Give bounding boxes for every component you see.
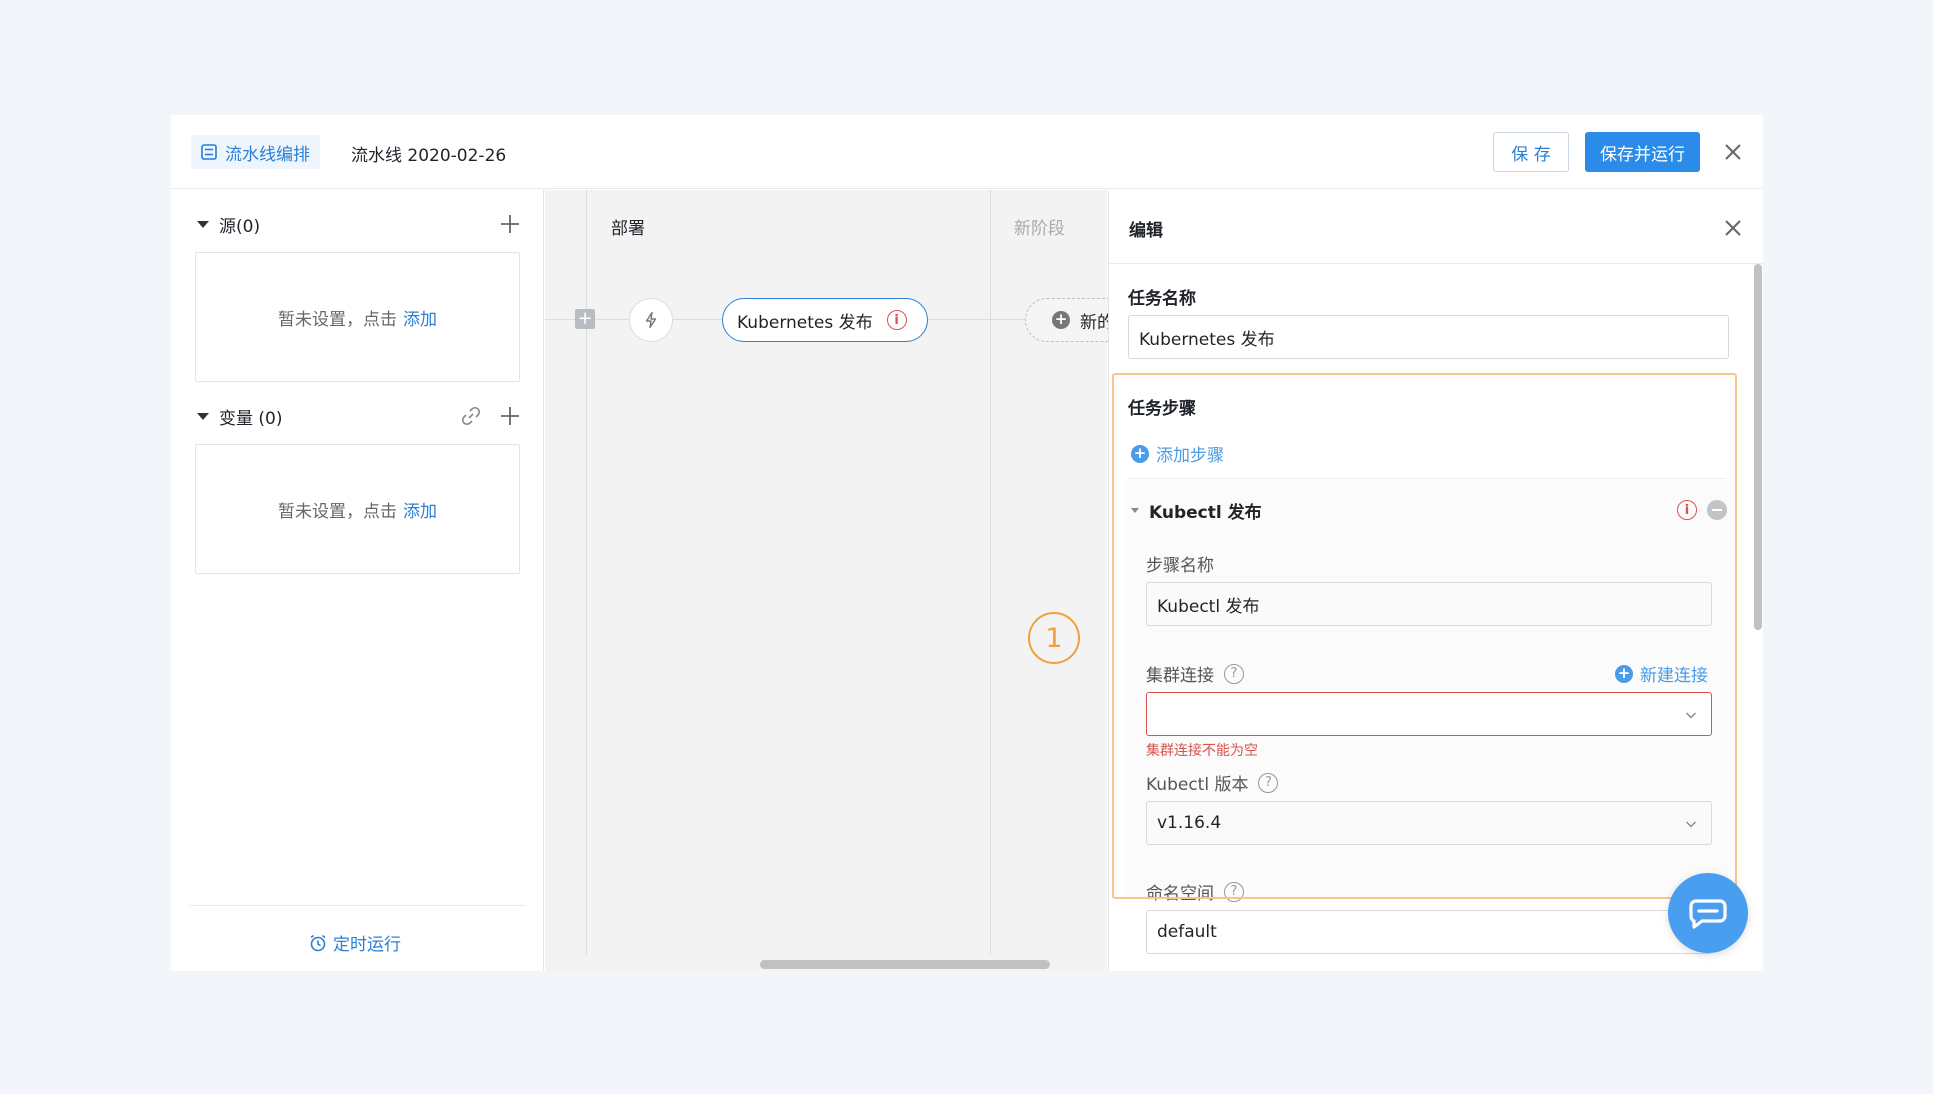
trigger-node[interactable] — [629, 298, 673, 342]
plus-icon[interactable] — [499, 405, 521, 427]
chat-bubble-icon — [1689, 899, 1727, 929]
brand-label: 流水线编排 — [225, 144, 310, 165]
stage-divider — [990, 190, 991, 955]
page-background-bottom — [171, 971, 1763, 1094]
pipeline-orchestration-tag[interactable]: 流水线编排 — [191, 135, 320, 169]
add-variable-link[interactable]: 添加 — [403, 497, 437, 522]
lightning-icon — [645, 311, 657, 329]
vertical-scrollbar[interactable] — [1754, 264, 1762, 630]
plus-circle-icon: + — [1052, 311, 1070, 329]
annotation-badge: 1 — [1028, 612, 1080, 664]
connector-line — [928, 319, 1025, 320]
source-section-header[interactable]: 源(0) — [197, 212, 260, 237]
error-info-icon: i — [886, 310, 907, 330]
empty-text: 暂未设置，点击 — [278, 309, 397, 330]
save-button[interactable]: 保 存 — [1493, 132, 1569, 172]
empty-text: 暂未设置，点击 — [278, 501, 397, 522]
pipeline-name: 流水线 2020-02-26 — [351, 146, 507, 166]
edit-panel-header: 编辑 — [1109, 190, 1763, 264]
pipeline-canvas: 部署 新阶段 + Kubernetes 发布 i + 新的 — [545, 190, 1135, 971]
add-source-link[interactable]: 添加 — [403, 305, 437, 330]
left-panel: 源(0) 暂未设置，点击 添加 变量 (0) 暂未设置，点击 添加 定时运行 — [171, 190, 544, 971]
namespace-input-clip: default — [1146, 910, 1712, 954]
task-node-label: Kubernetes 发布 — [737, 312, 873, 333]
source-title: 源(0) — [219, 217, 261, 237]
close-icon[interactable] — [1721, 216, 1745, 240]
plus-icon[interactable] — [499, 213, 521, 235]
variables-empty-box: 暂未设置，点击 添加 — [195, 444, 520, 574]
chat-support-button[interactable] — [1668, 873, 1748, 953]
caret-down-icon — [197, 221, 209, 228]
link-icon[interactable] — [460, 405, 482, 427]
task-name-label: 任务名称 — [1128, 289, 1196, 309]
task-name-input[interactable]: Kubernetes 发布 — [1128, 315, 1729, 359]
save-and-run-button[interactable]: 保存并运行 — [1585, 132, 1700, 172]
highlight-frame — [1112, 373, 1737, 899]
pipeline-icon — [201, 144, 217, 160]
variables-title: 变量 (0) — [219, 409, 283, 429]
scheduled-run-label: 定时运行 — [333, 935, 401, 955]
stage-title-deploy: 部署 — [611, 219, 645, 239]
variables-section-header[interactable]: 变量 (0) — [197, 404, 282, 429]
scheduled-run-button[interactable]: 定时运行 — [309, 930, 401, 955]
close-icon[interactable] — [1721, 140, 1745, 164]
task-node-kubernetes[interactable]: Kubernetes 发布 i — [722, 298, 928, 342]
horizontal-scrollbar[interactable] — [760, 960, 1050, 969]
namespace-input[interactable]: default — [1146, 910, 1712, 954]
left-divider — [189, 905, 526, 906]
caret-down-icon — [197, 413, 209, 420]
stage-title-new[interactable]: 新阶段 — [1014, 214, 1065, 239]
add-stage-button[interactable]: + — [575, 309, 595, 329]
stage-divider — [586, 190, 587, 955]
alarm-clock-icon — [310, 934, 326, 951]
source-empty-box: 暂未设置，点击 添加 — [195, 252, 520, 382]
edit-panel-title: 编辑 — [1129, 221, 1163, 241]
connector-line — [673, 319, 722, 320]
editor-header: 流水线编排 流水线 2020-02-26 保 存 保存并运行 — [171, 115, 1763, 189]
